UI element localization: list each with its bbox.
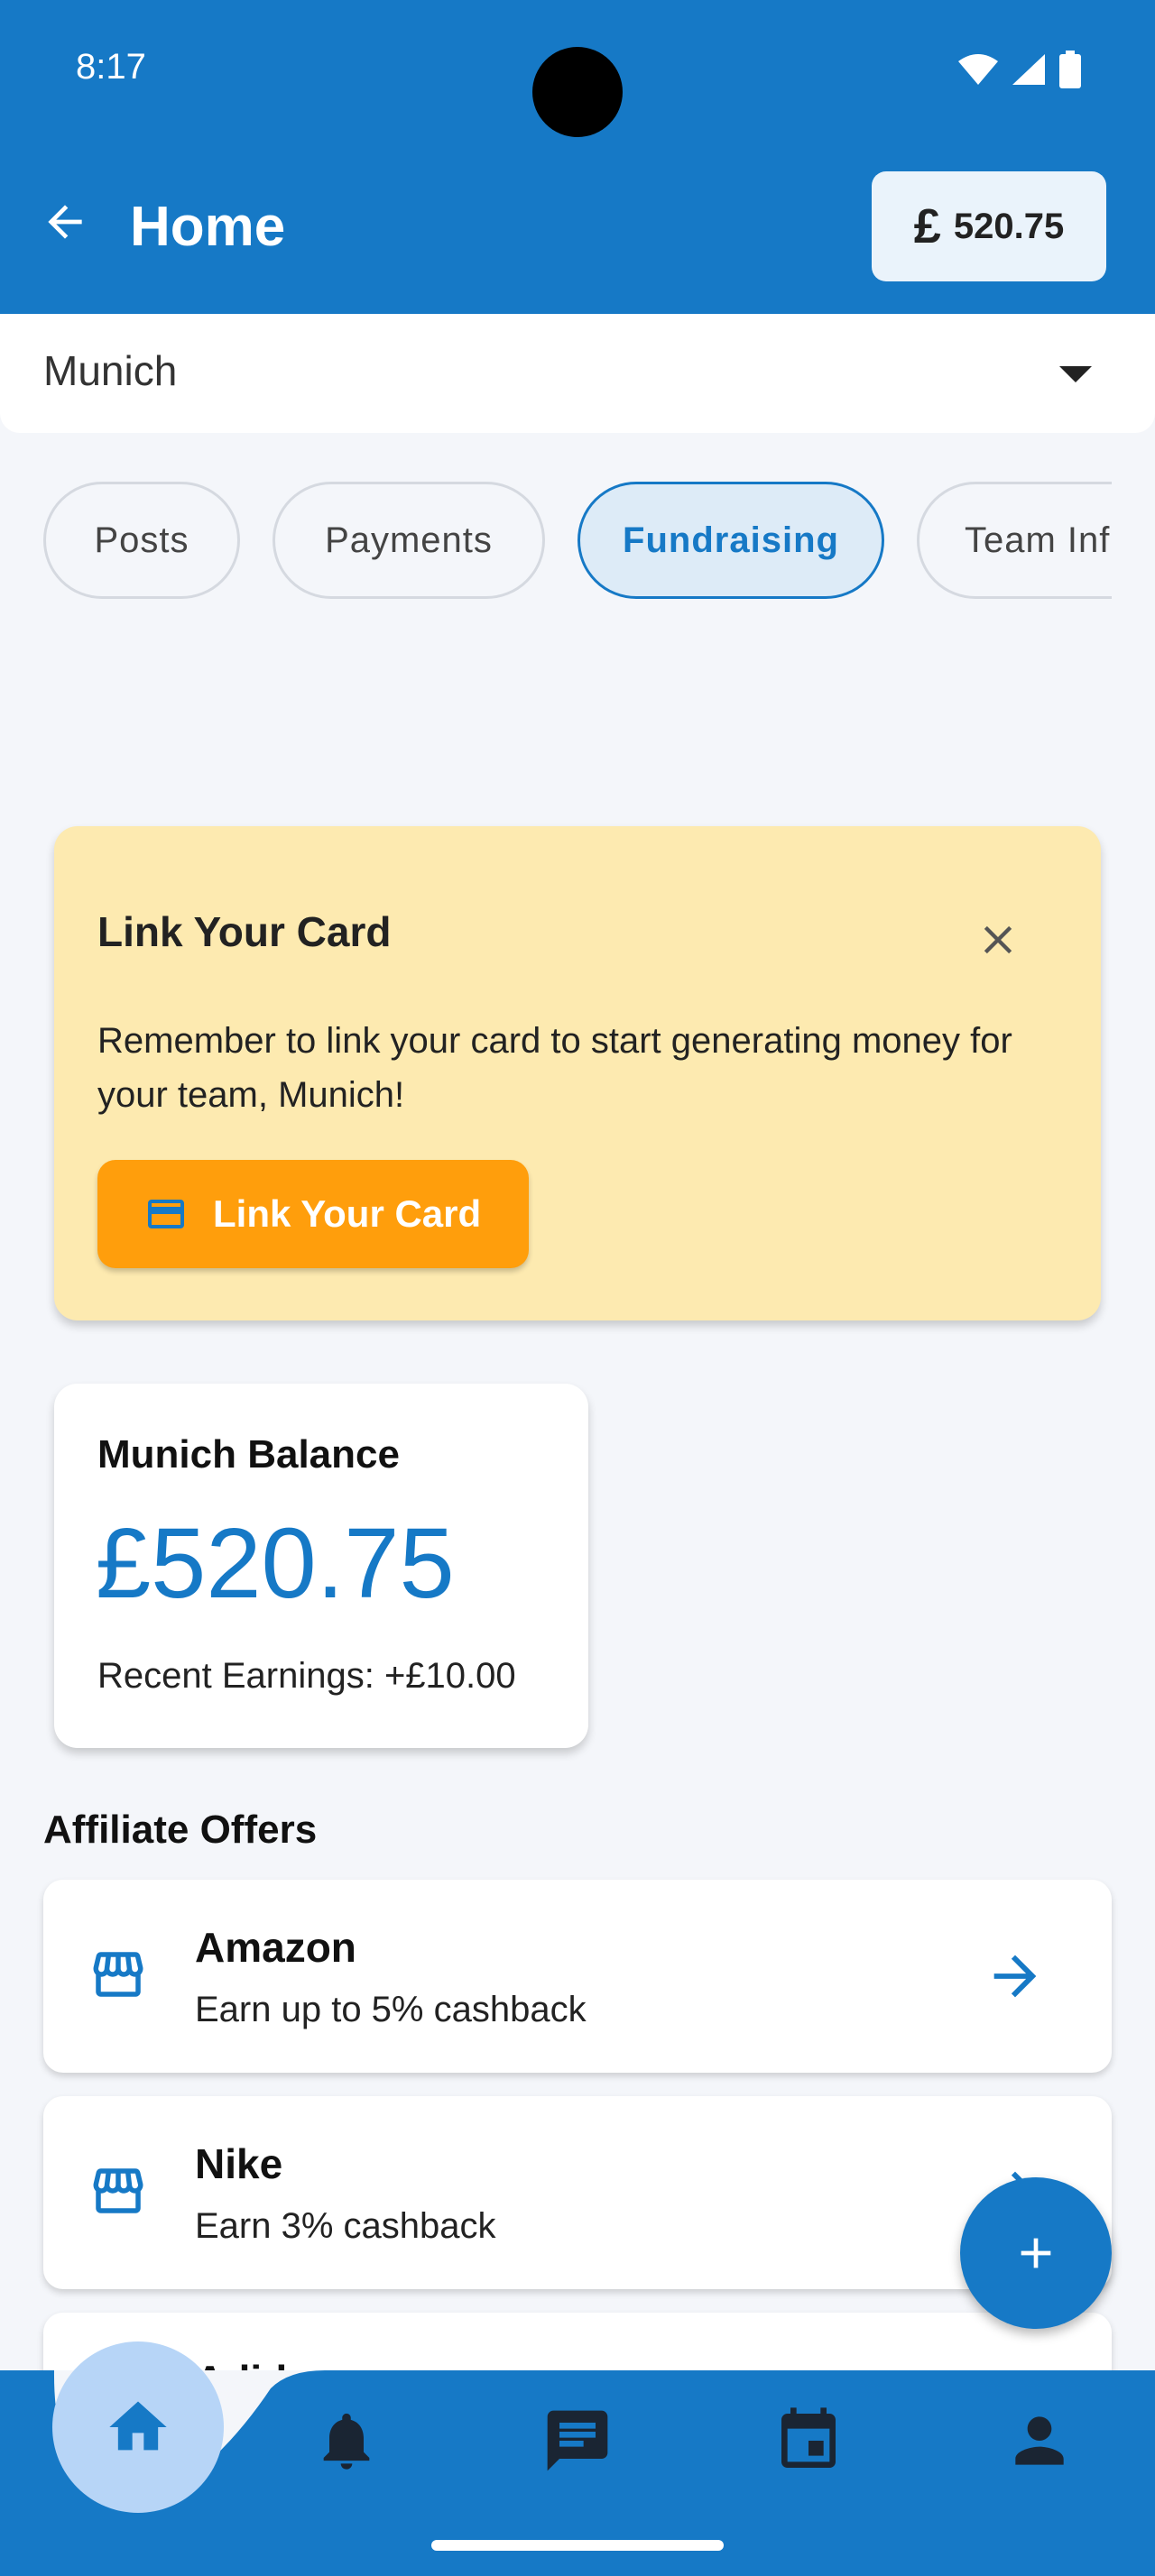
link-card-banner: Link Your Card Remember to link your car… bbox=[54, 826, 1101, 1320]
status-icons bbox=[958, 51, 1081, 88]
person-icon bbox=[1015, 2416, 1064, 2465]
banner-body: Remember to link your card to start gene… bbox=[97, 1021, 1012, 1115]
plus-icon bbox=[1021, 2238, 1051, 2268]
nav-messages[interactable] bbox=[534, 2397, 621, 2484]
balance-card-label: Munich Balance bbox=[97, 1432, 400, 1477]
tab-payments[interactable]: Payments bbox=[273, 482, 545, 599]
affiliate-offers-heading: Affiliate Offers bbox=[43, 1808, 318, 1852]
wifi-icon bbox=[958, 54, 998, 85]
offer-name: Nike bbox=[195, 2140, 283, 2187]
chat-icon bbox=[547, 2410, 608, 2471]
tab-team-info[interactable]: Team Info bbox=[917, 482, 1112, 599]
close-icon bbox=[984, 925, 1012, 954]
balance-chip[interactable]: £ 520.75 bbox=[872, 171, 1106, 281]
credit-card-icon bbox=[148, 1200, 184, 1228]
camera-cutout bbox=[532, 47, 623, 137]
link-card-button[interactable]: Link Your Card bbox=[97, 1160, 529, 1268]
balance-chip-amount: 520.75 bbox=[953, 206, 1065, 246]
tab-bar: Posts Payments Fundraising Team Info bbox=[43, 482, 1112, 599]
recent-earnings: Recent Earnings: +£10.00 bbox=[97, 1656, 516, 1696]
screen: 8:17 Home £ 520.75 Munich Posts Payments… bbox=[0, 0, 1155, 2576]
gesture-bar bbox=[431, 2540, 724, 2551]
offer-name: Amazon bbox=[195, 1924, 356, 1971]
home-icon bbox=[109, 2401, 167, 2451]
page-title: Home bbox=[130, 196, 286, 258]
pound-icon: £ bbox=[913, 199, 941, 253]
storefront-icon bbox=[93, 1952, 143, 1997]
nav-home[interactable] bbox=[52, 2341, 224, 2513]
banner-close-button[interactable] bbox=[966, 907, 1030, 972]
storefront-icon bbox=[93, 2168, 143, 2213]
banner-title: Link Your Card bbox=[97, 908, 392, 955]
tab-fundraising[interactable]: Fundraising bbox=[578, 482, 884, 599]
app-bar: 8:17 Home £ 520.75 bbox=[0, 0, 1155, 314]
signal-icon bbox=[1012, 54, 1045, 85]
add-fab-button[interactable] bbox=[960, 2177, 1112, 2329]
back-button[interactable] bbox=[36, 193, 94, 251]
balance-card-amount: £520.75 bbox=[96, 1508, 455, 1619]
team-dropdown[interactable]: Munich bbox=[0, 314, 1155, 433]
offer-card-amazon[interactable]: Amazon Earn up to 5% cashback bbox=[43, 1880, 1112, 2073]
nav-notifications[interactable] bbox=[303, 2397, 390, 2484]
team-dropdown-value: Munich bbox=[43, 347, 178, 394]
offer-card-nike[interactable]: Nike Earn 3% cashback bbox=[43, 2096, 1112, 2289]
dropdown-caret-icon bbox=[1059, 366, 1092, 382]
calendar-icon bbox=[781, 2407, 836, 2468]
balance-card: Munich Balance £520.75 Recent Earnings: … bbox=[54, 1384, 588, 1748]
tab-posts[interactable]: Posts bbox=[43, 482, 240, 599]
offer-desc: Earn 3% cashback bbox=[195, 2206, 496, 2246]
nav-calendar[interactable] bbox=[765, 2397, 852, 2484]
offer-desc: Earn up to 5% cashback bbox=[195, 1990, 587, 2029]
battery-icon bbox=[1059, 51, 1081, 88]
link-card-button-label: Link Your Card bbox=[213, 1192, 482, 1235]
bell-icon bbox=[323, 2413, 370, 2470]
status-time: 8:17 bbox=[76, 47, 146, 87]
arrow-forward-icon bbox=[993, 1955, 1037, 1998]
arrow-back-icon bbox=[48, 205, 82, 239]
nav-profile[interactable] bbox=[996, 2397, 1083, 2484]
